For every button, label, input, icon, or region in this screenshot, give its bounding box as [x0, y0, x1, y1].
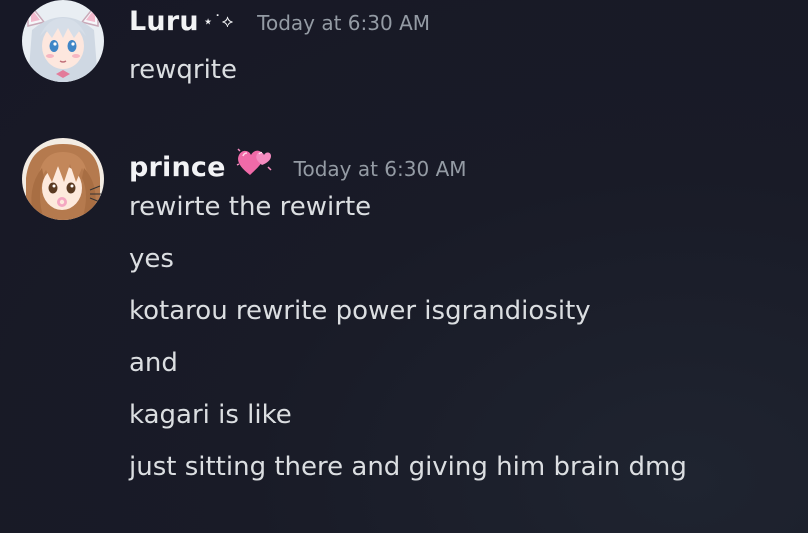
- message-header: prince Today at 6:30 AM: [129, 142, 467, 183]
- message-timestamp[interactable]: Today at 6:30 AM: [257, 11, 430, 35]
- user-avatar-luru[interactable]: [22, 0, 104, 82]
- anime-girl-avatar-icon: [22, 0, 104, 82]
- anime-girl-avatar-icon: [22, 138, 104, 220]
- message-header: Luru ⋆˙⟡ Today at 6:30 AM: [129, 6, 430, 37]
- message-text: yes: [129, 244, 174, 274]
- message-text: rewirte the rewirte: [129, 192, 372, 222]
- username-decoration: ⋆˙⟡: [202, 12, 234, 32]
- username-luru[interactable]: Luru: [129, 6, 199, 37]
- message-timestamp[interactable]: Today at 6:30 AM: [294, 157, 467, 181]
- message-text: and: [129, 348, 178, 378]
- message-text: kagari is like: [129, 400, 292, 430]
- message-text: rewqrite: [129, 55, 237, 85]
- message-text: kotarou rewrite power isgrandiosity: [129, 296, 591, 326]
- message-text: just sitting there and giving him brain …: [129, 452, 687, 482]
- user-avatar-prince[interactable]: [22, 138, 104, 220]
- username-prince[interactable]: prince: [129, 152, 226, 183]
- pink-hearts-icon: [236, 145, 274, 183]
